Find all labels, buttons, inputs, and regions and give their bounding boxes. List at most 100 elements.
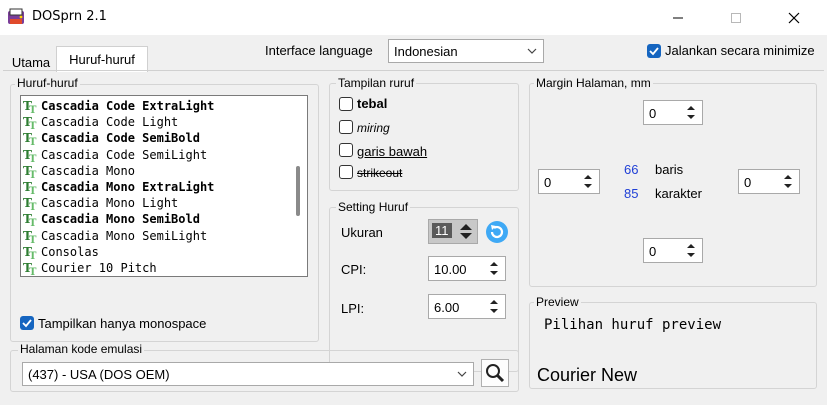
- italic-checkbox[interactable]: [339, 120, 353, 134]
- margin-bottom-value: 0: [649, 244, 657, 259]
- font-list-item[interactable]: T T Cascadia Mono: [23, 163, 287, 179]
- font-name: Cascadia Code SemiLight: [41, 147, 208, 162]
- font-name: Cascadia Mono: [41, 163, 135, 178]
- checkmark-icon: [649, 47, 659, 56]
- bold-checkbox[interactable]: [339, 97, 353, 111]
- font-list[interactable]: T T Cascadia Code ExtraLight T T Cascadia Cod…: [20, 95, 308, 277]
- codepage-select[interactable]: (437) - USA (DOS OEM): [22, 362, 474, 386]
- font-list-item[interactable]: T T Courier 10 Pitch: [23, 260, 287, 276]
- chars-count: 85: [624, 186, 639, 201]
- font-list-item[interactable]: T T Cascadia Code SemiLight: [23, 147, 287, 163]
- minimize-button[interactable]: [655, 0, 701, 35]
- codepage-search-button[interactable]: [481, 359, 509, 387]
- lpi-value: 6.00: [434, 300, 460, 315]
- bold-label: tebal: [357, 96, 388, 111]
- spinner-arrows-icon[interactable]: [579, 172, 597, 191]
- truetype-icon: TT: [23, 212, 37, 226]
- monospace-checkbox[interactable]: [20, 316, 34, 330]
- tab-huruf-huruf[interactable]: Huruf-huruf: [56, 46, 148, 72]
- maximize-icon: [731, 12, 741, 23]
- style-group-title: Tampilan ruruf: [336, 76, 417, 90]
- svg-text:T: T: [29, 218, 37, 226]
- spinner-arrows-icon[interactable]: [682, 103, 700, 122]
- margin-top-value: 0: [649, 106, 657, 121]
- font-list-scrollbar[interactable]: [290, 96, 307, 276]
- truetype-icon: TT: [23, 164, 37, 178]
- font-name: Cascadia Code SemiBold: [41, 131, 200, 146]
- font-list-item[interactable]: T T Cascadia Mono SemiLight: [23, 228, 287, 244]
- margin-right-value: 0: [744, 175, 752, 190]
- margin-left-spinner[interactable]: 0: [538, 169, 600, 194]
- font-list-item[interactable]: T T Cascadia Mono SemiBold: [23, 211, 287, 227]
- font-list-item[interactable]: T T Cascadia Mono Light: [23, 195, 287, 211]
- strikeout-checkbox[interactable]: [339, 165, 353, 179]
- margin-group-title: Margin Halaman, mm: [534, 76, 653, 90]
- lpi-label: LPI:: [341, 301, 365, 316]
- truetype-icon: TT: [23, 261, 37, 275]
- font-list-item[interactable]: T T Cascadia Mono ExtraLight: [23, 179, 287, 195]
- language-label: Interface language: [265, 43, 373, 58]
- search-icon: [486, 364, 505, 383]
- minimize-label: Jalankan secara minimize: [665, 43, 815, 58]
- refresh-button[interactable]: [483, 218, 511, 246]
- maximize-button[interactable]: [713, 0, 759, 35]
- minimize-icon: [673, 17, 683, 18]
- font-name: Cascadia Mono ExtraLight: [41, 180, 215, 194]
- underline-checkbox[interactable]: [339, 143, 353, 157]
- close-icon: [788, 12, 800, 23]
- margin-right-spinner[interactable]: 0: [738, 169, 800, 194]
- spinner-arrows-icon[interactable]: [457, 222, 475, 241]
- spinner-arrows-icon[interactable]: [682, 241, 700, 260]
- font-list-item[interactable]: T T Cascadia Code ExtraLight: [23, 98, 287, 114]
- minimize-checkbox[interactable]: [647, 44, 661, 58]
- size-label: Ukuran: [341, 225, 383, 240]
- lines-label: baris: [655, 162, 684, 177]
- italic-label: miring: [357, 121, 390, 135]
- close-button[interactable]: [771, 0, 817, 35]
- truetype-icon: TT: [23, 99, 37, 113]
- window-title: DOSprn 2.1: [32, 9, 107, 24]
- truetype-icon: TT: [23, 229, 37, 243]
- spinner-arrows-icon[interactable]: [779, 172, 797, 191]
- svg-text:T: T: [29, 202, 37, 210]
- language-select[interactable]: Indonesian: [388, 39, 544, 63]
- underline-label: garis bawah: [357, 144, 428, 159]
- codepage-value: (437) - USA (DOS OEM): [28, 367, 170, 382]
- lpi-spinner[interactable]: 6.00: [428, 294, 506, 319]
- font-list-item[interactable]: T T Consolas: [23, 244, 287, 260]
- spinner-arrows-icon[interactable]: [485, 259, 503, 278]
- font-list-item[interactable]: T T Cascadia Code SemiBold: [23, 130, 287, 146]
- scrollbar-thumb[interactable]: [296, 166, 300, 216]
- cpi-spinner[interactable]: 10.00: [428, 256, 506, 281]
- preview-group-title: Preview: [534, 295, 581, 309]
- margin-top-spinner[interactable]: 0: [643, 100, 703, 125]
- chars-label: karakter: [655, 186, 702, 201]
- app-icon: [8, 8, 24, 24]
- font-name: Cascadia Mono Light: [41, 196, 179, 211]
- font-name: Cascadia Code ExtraLight: [41, 99, 215, 113]
- svg-text:T: T: [29, 170, 37, 178]
- checkmark-icon: [22, 319, 32, 328]
- font-name: Courier 10 Pitch: [41, 261, 157, 275]
- font-name: Cascadia Mono SemiLight: [41, 228, 208, 243]
- svg-text:T: T: [29, 267, 37, 275]
- svg-text:T: T: [29, 137, 37, 145]
- margin-bottom-spinner[interactable]: 0: [643, 238, 703, 263]
- svg-text:T: T: [29, 105, 37, 113]
- font-list-item[interactable]: T T Cascadia Code Light: [23, 114, 287, 130]
- spinner-arrows-icon[interactable]: [485, 297, 503, 316]
- truetype-icon: TT: [23, 245, 37, 259]
- svg-text:T: T: [29, 235, 37, 243]
- svg-text:T: T: [29, 186, 37, 194]
- size-value: 11: [432, 223, 452, 238]
- font-name: Cascadia Code Light: [41, 115, 179, 130]
- cpi-value: 10.00: [434, 262, 467, 277]
- size-spinner[interactable]: 11: [428, 219, 478, 244]
- svg-text:T: T: [29, 251, 37, 259]
- truetype-icon: TT: [23, 196, 37, 210]
- lines-count: 66: [624, 162, 639, 177]
- refresh-icon: [486, 221, 508, 243]
- fonts-group-title: Huruf-huruf: [15, 76, 80, 90]
- strikeout-label: strikeout: [357, 166, 403, 180]
- font-list-item[interactable]: TTCourier New: [23, 276, 287, 277]
